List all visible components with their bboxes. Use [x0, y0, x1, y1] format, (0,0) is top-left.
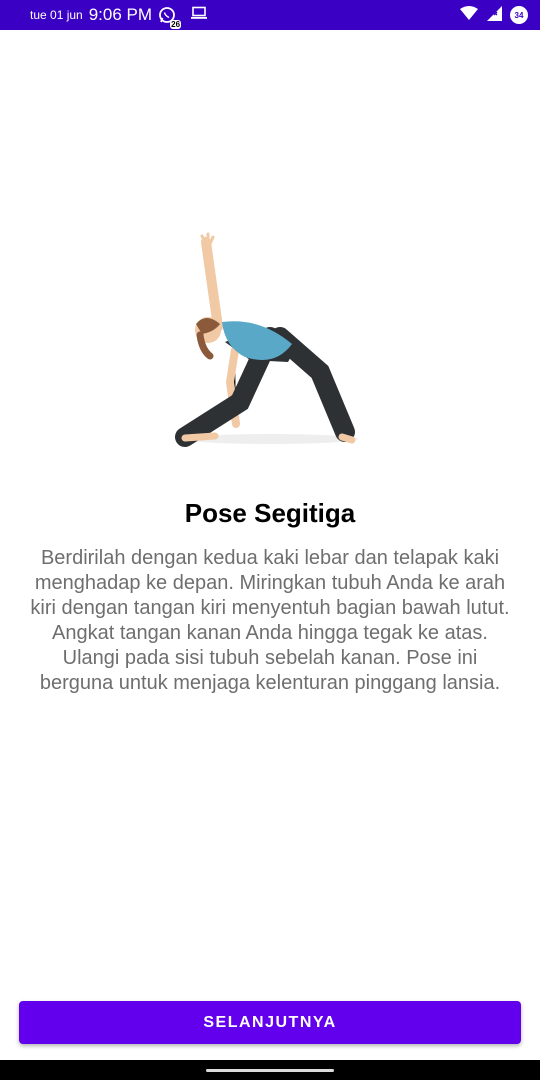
whatsapp-badge: 26: [170, 20, 182, 29]
whatsapp-icon: 26: [158, 6, 182, 29]
next-button[interactable]: SELANJUTNYA: [19, 1001, 521, 1044]
status-bar: tue 01 jun 9:06 PM 26 34: [0, 0, 540, 30]
home-indicator[interactable]: [206, 1068, 334, 1072]
wifi-icon: [460, 5, 478, 25]
system-icons: 34: [460, 5, 528, 26]
triangle-pose-illustration: [170, 232, 370, 452]
signal-icon: [486, 5, 502, 26]
pose-title: Pose Segitiga: [184, 498, 356, 528]
status-date: tue 01 jun: [30, 8, 83, 22]
status-time: 9:06 PM: [88, 5, 153, 24]
notification-icons: 26: [158, 6, 208, 29]
laptop-icon: [190, 6, 208, 25]
battery-icon: 34: [510, 6, 528, 24]
navigation-bar: [0, 1060, 540, 1080]
pose-description: Berdirilah dengan kedua kaki lebar dan t…: [30, 547, 510, 694]
